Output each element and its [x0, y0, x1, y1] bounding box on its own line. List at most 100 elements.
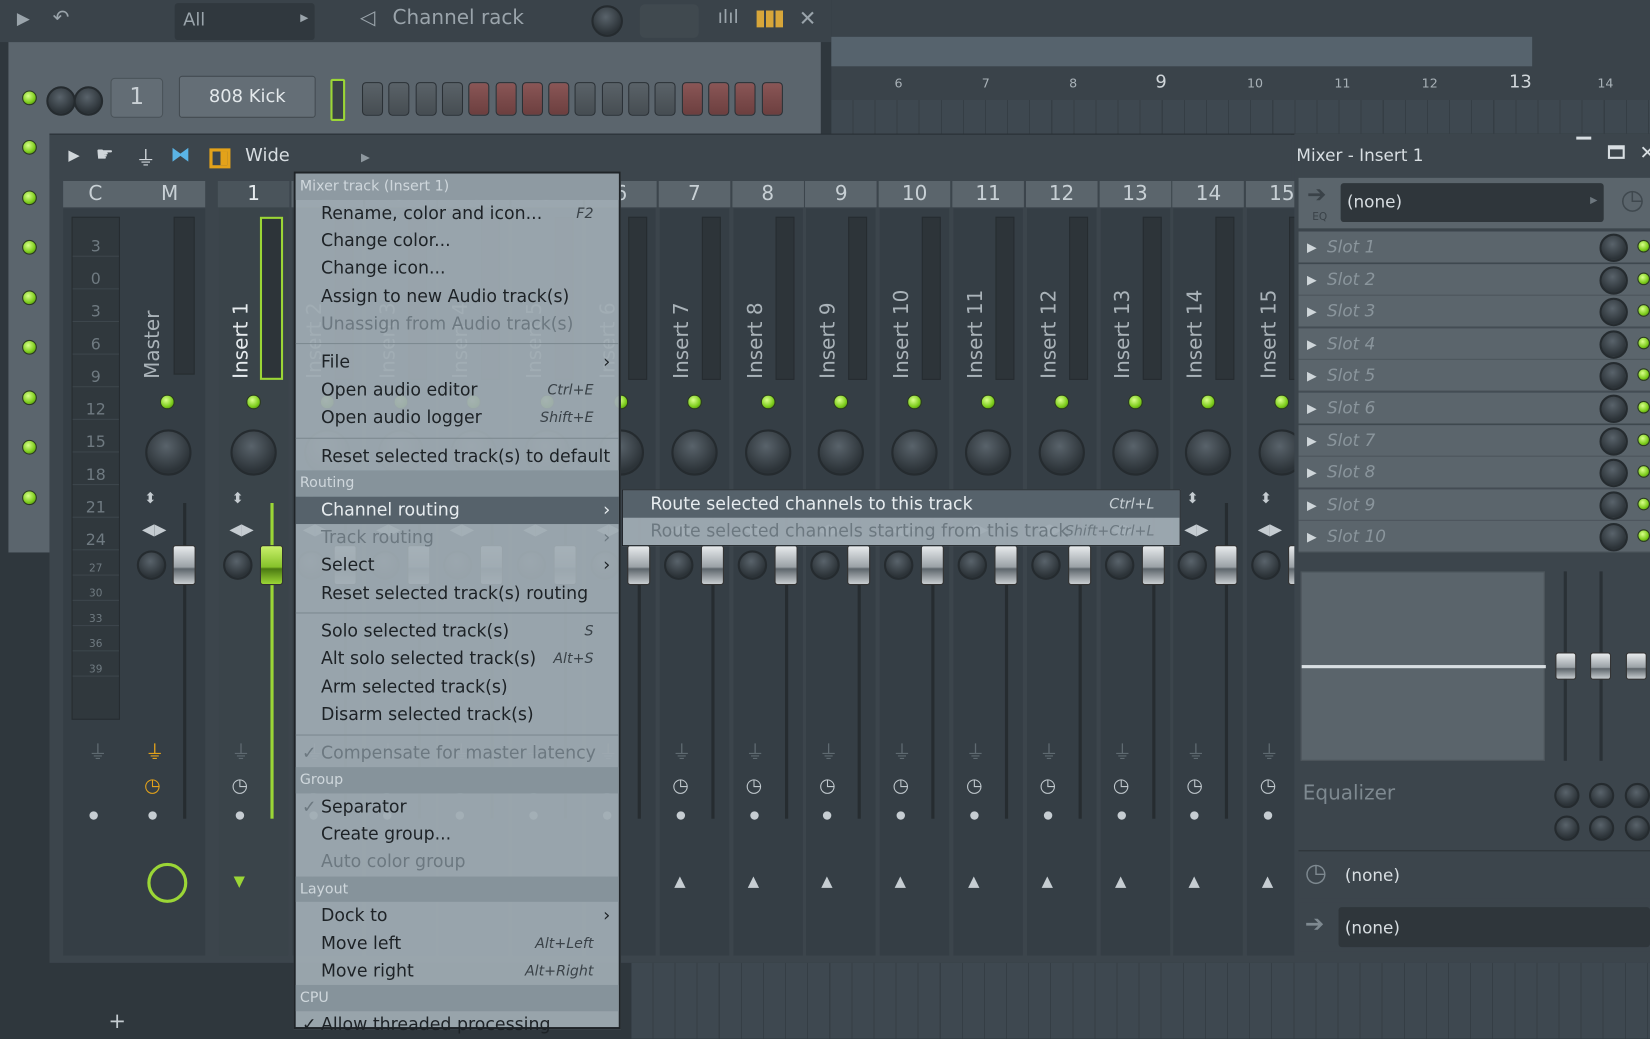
playlist-grid[interactable]: [831, 99, 1650, 137]
mixer-track-9[interactable]: Insert 9⬍◀▶⏚◷▲: [806, 208, 876, 956]
pan-knob[interactable]: [744, 429, 791, 476]
master-strip[interactable]: 3 0 3 6 9 12 15 18 21 24 27 30 33 36 39 Master ⬍ ◀▶ ⏚ …: [63, 208, 206, 956]
expand-arrow-icon[interactable]: ▶: [1307, 328, 1317, 360]
master-volume-fader[interactable]: [172, 545, 196, 586]
slot-mix-knob[interactable]: [1599, 233, 1628, 263]
latency-icon[interactable]: ◷: [1186, 774, 1203, 796]
volume-fader[interactable]: [847, 545, 871, 586]
menu-item-dock-to[interactable]: Dock to ›: [296, 902, 619, 930]
eq-bw-knob[interactable]: [1588, 815, 1615, 841]
slot-mix-knob[interactable]: [1599, 330, 1628, 359]
send-arrow-up-icon[interactable]: ▲: [1042, 873, 1053, 890]
bar-number[interactable]: 6: [894, 76, 902, 91]
effect-slot-6[interactable]: ▶ Slot 6: [1298, 392, 1650, 425]
channel-enable-led[interactable]: [22, 339, 37, 355]
slot-mix-knob[interactable]: [1599, 523, 1628, 552]
send-arrow-down-icon[interactable]: ▼: [234, 873, 245, 890]
menu-item-change-icon[interactable]: Change icon...: [296, 255, 619, 283]
menu-item-create-group[interactable]: Create group...: [296, 821, 619, 849]
route-dot[interactable]: [235, 811, 245, 820]
stereo-separation-icon[interactable]: ⬍: [1186, 490, 1198, 507]
stereo-knob[interactable]: [884, 550, 914, 580]
latency-row[interactable]: ◷ (none): [1298, 850, 1650, 899]
step-button[interactable]: [628, 82, 650, 116]
expand-arrow-icon[interactable]: ▶: [1307, 425, 1317, 457]
track-enable-led[interactable]: [980, 394, 996, 410]
split-view-icon[interactable]: ⧓: [170, 143, 190, 166]
effect-slot-1[interactable]: ▶ Slot 1: [1298, 231, 1650, 264]
pan-knob[interactable]: [818, 429, 865, 476]
record-arm-icon[interactable]: ⏚: [1039, 738, 1058, 765]
step-button[interactable]: [601, 82, 623, 116]
menu-item-reset-selected-track-s-routing[interactable]: Reset selected track(s) routing: [296, 579, 619, 607]
swap-channels-icon[interactable]: ◀▶: [1258, 520, 1282, 539]
slot-enable-led[interactable]: [1637, 336, 1650, 350]
menu-item-move-left[interactable]: Move left Alt+Left: [296, 930, 619, 958]
mixer-track-8[interactable]: Insert 8⬍◀▶⏚◷▲: [733, 208, 803, 956]
step-button[interactable]: [734, 82, 756, 116]
eq-freq-knob[interactable]: [1554, 782, 1580, 809]
bar-number[interactable]: 13: [1509, 72, 1532, 93]
bar-number[interactable]: 14: [1597, 76, 1613, 91]
slot-enable-led[interactable]: [1637, 433, 1650, 446]
slot-mix-knob[interactable]: [1599, 297, 1628, 327]
bar-number[interactable]: 8: [1069, 76, 1077, 91]
latency-icon[interactable]: ◷: [1039, 774, 1056, 796]
menu-item-open-audio-editor[interactable]: Open audio editor Ctrl+E: [296, 377, 619, 405]
route-dot[interactable]: [1264, 811, 1273, 820]
stereo-separation-icon[interactable]: ⬍: [144, 490, 156, 507]
channel-enable-led[interactable]: [22, 290, 37, 306]
volume-fader[interactable]: [627, 545, 651, 586]
graph-editor-icon[interactable]: ılıl: [718, 6, 739, 28]
volume-fader[interactable]: [994, 545, 1018, 586]
track-enable-led[interactable]: [246, 394, 261, 410]
chevron-right-icon[interactable]: ▶: [361, 150, 370, 164]
slot-enable-led[interactable]: [1637, 529, 1650, 543]
master-stereo-knob[interactable]: [136, 550, 167, 580]
stereo-knob[interactable]: [663, 550, 694, 580]
menu-item-alt-solo-selected-track-s[interactable]: Alt solo selected track(s) Alt+S: [296, 646, 619, 674]
bar-number[interactable]: 10: [1247, 76, 1263, 91]
slot-mix-knob[interactable]: [1599, 394, 1628, 424]
eq-freq-knob[interactable]: [1624, 782, 1650, 809]
effect-slot-10[interactable]: ▶ Slot 10: [1298, 521, 1650, 553]
slot-enable-led[interactable]: [1637, 497, 1650, 511]
layout-mode-label[interactable]: Wide: [245, 145, 290, 166]
menu-item-select[interactable]: Select ›: [296, 552, 619, 580]
master-record-arm-icon[interactable]: ⏚: [145, 738, 164, 765]
display-box[interactable]: [639, 4, 699, 38]
expand-arrow-icon[interactable]: ▶: [1307, 296, 1317, 328]
track-header-10[interactable]: 10: [878, 180, 951, 208]
record-arm-icon[interactable]: ⏚: [672, 738, 691, 765]
swap-channels-icon[interactable]: ◀▶: [142, 520, 166, 539]
slot-enable-led[interactable]: [1637, 272, 1650, 285]
volume-fader[interactable]: [1214, 545, 1238, 586]
effect-slot-9[interactable]: ▶ Slot 9: [1298, 489, 1650, 521]
latency-icon[interactable]: ◷: [966, 774, 983, 796]
step-button[interactable]: [441, 82, 463, 116]
expand-arrow-icon[interactable]: ▶: [1307, 457, 1317, 489]
maximize-icon[interactable]: [1607, 145, 1625, 159]
master-send-knob[interactable]: [147, 862, 188, 903]
route-dot[interactable]: [823, 811, 832, 820]
mixer-track-7[interactable]: Insert 7⬍◀▶⏚◷▲: [659, 208, 730, 956]
latency-icon[interactable]: ◷: [1260, 774, 1277, 796]
master-enable-led[interactable]: [159, 394, 175, 410]
latency-icon[interactable]: ◷: [1113, 774, 1130, 796]
step-button[interactable]: [521, 82, 543, 116]
volume-fader[interactable]: [1067, 545, 1092, 586]
mixer-track-12[interactable]: Insert 12⬍◀▶⏚◷▲: [1026, 208, 1097, 956]
pan-knob[interactable]: [891, 429, 938, 476]
mixer-track-11[interactable]: Insert 11⬍◀▶⏚◷▲: [953, 208, 1023, 956]
pattern-filter-select[interactable]: All ▶: [174, 3, 315, 40]
swap-channels-icon[interactable]: ◀▶: [1184, 520, 1208, 539]
track-enable-led[interactable]: [760, 394, 776, 410]
menu-item-channel-routing[interactable]: Channel routing ›: [295, 496, 619, 524]
track-enable-led[interactable]: [1201, 394, 1216, 410]
send-arrow-up-icon[interactable]: ▲: [895, 873, 906, 890]
latency-icon[interactable]: ◷: [672, 774, 689, 796]
submenu-item[interactable]: Route selected channels to this track Ctr…: [622, 490, 1180, 518]
latency-icon[interactable]: ◷: [893, 774, 910, 796]
add-track-icon[interactable]: +: [108, 1008, 126, 1033]
menu-item-reset-selected-track-s-to-default[interactable]: Reset selected track(s) to default: [296, 443, 619, 471]
